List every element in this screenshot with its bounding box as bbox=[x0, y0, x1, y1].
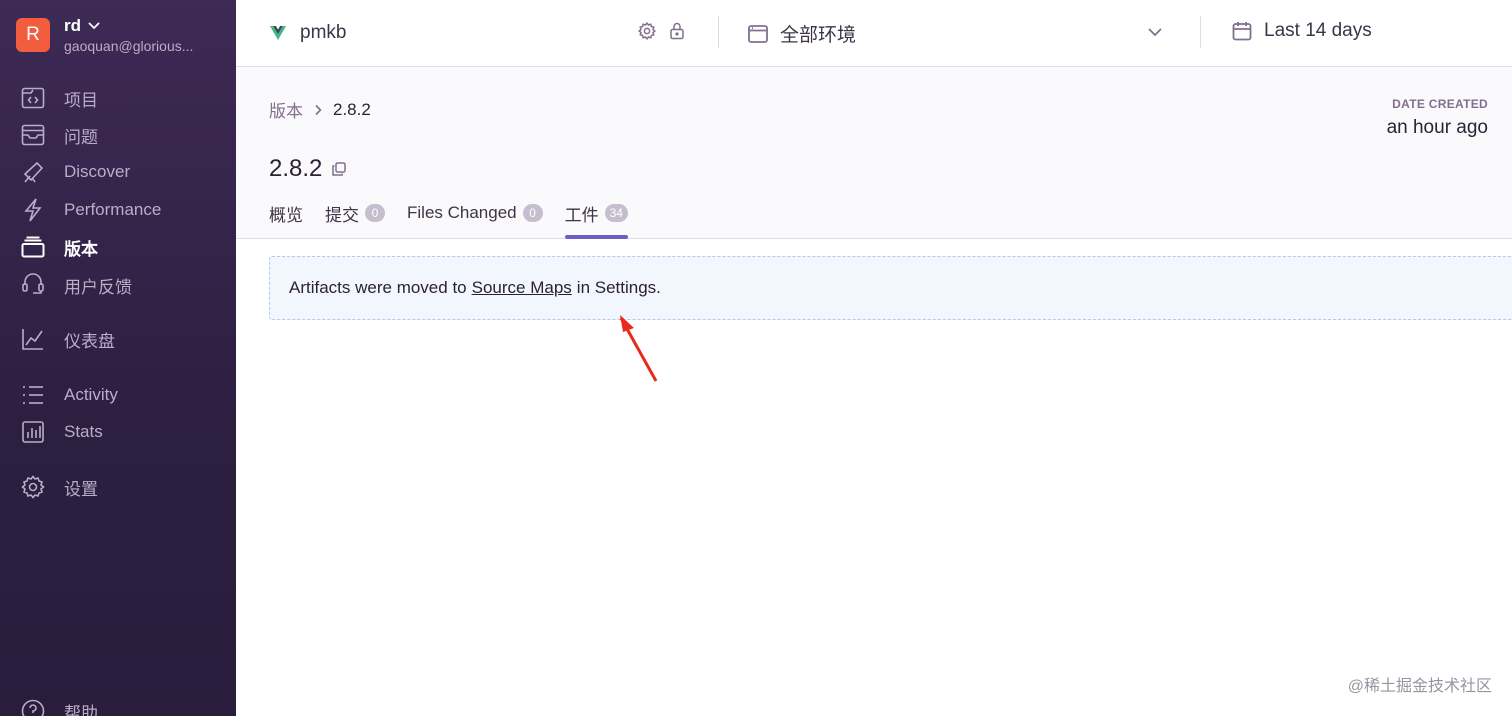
release-tabs: 概览 提交 0 Files Changed 0 工件 34 bbox=[269, 197, 650, 239]
breadcrumb: 版本 2.8.2 bbox=[269, 97, 371, 122]
tab-label: 工件 bbox=[564, 205, 599, 225]
projects-icon bbox=[20, 85, 46, 111]
date-created-label: DATE CREATED bbox=[1392, 97, 1488, 111]
watermark: @稀土掘金技术社区 bbox=[1347, 678, 1492, 695]
org-avatar: R bbox=[16, 18, 50, 52]
sidebar-item-stats[interactable]: Stats bbox=[20, 419, 103, 445]
sidebar-item-label: Stats bbox=[64, 422, 103, 441]
gear-icon[interactable] bbox=[638, 22, 656, 40]
releases-icon bbox=[20, 234, 46, 260]
org-switcher[interactable]: R rd gaoquan@glorious... bbox=[16, 16, 193, 54]
header-divider bbox=[1200, 16, 1201, 48]
lightning-icon bbox=[20, 197, 46, 223]
tab-label: 概览 bbox=[269, 205, 303, 225]
sidebar-item-issues[interactable]: 问题 bbox=[20, 122, 98, 148]
page-title: 2.8.2 bbox=[269, 155, 323, 182]
count-badge: 34 bbox=[604, 204, 628, 222]
breadcrumb-releases-link[interactable]: 版本 bbox=[269, 97, 303, 122]
project-name: pmkb bbox=[300, 22, 347, 43]
environment-selector[interactable]: 全部环境 bbox=[748, 20, 856, 47]
alert-text-prefix: Artifacts were moved to bbox=[289, 278, 467, 297]
date-created-value: an hour ago bbox=[1386, 117, 1488, 138]
sidebar-item-projects[interactable]: 项目 bbox=[20, 85, 98, 111]
count-badge: 0 bbox=[522, 204, 543, 222]
sidebar-item-user-feedback[interactable]: 用户反馈 bbox=[20, 272, 132, 298]
sidebar-item-label: Discover bbox=[64, 162, 131, 181]
telescope-icon bbox=[20, 159, 46, 185]
stats-icon bbox=[20, 419, 46, 445]
date-range-label: Last 14 days bbox=[1264, 20, 1372, 41]
sidebar-item-dashboards[interactable]: 仪表盘 bbox=[20, 326, 115, 352]
chevron-right-icon bbox=[315, 104, 322, 115]
tab-artifacts[interactable]: 工件 34 bbox=[564, 197, 629, 239]
sidebar-item-label: 项目 bbox=[64, 90, 98, 110]
sidebar-item-performance[interactable]: Performance bbox=[20, 197, 161, 223]
sidebar: R rd gaoquan@glorious... 项目 问题 Discover … bbox=[0, 0, 236, 716]
graph-icon bbox=[20, 326, 46, 352]
tab-label: 提交 bbox=[325, 205, 359, 225]
org-name: rd bbox=[64, 16, 81, 35]
sidebar-item-label: 设置 bbox=[64, 479, 98, 499]
sidebar-item-help[interactable]: 帮助 bbox=[20, 698, 98, 716]
sidebar-item-label: 版本 bbox=[64, 239, 98, 259]
count-badge: 0 bbox=[365, 204, 385, 222]
alert-text-suffix: in Settings. bbox=[576, 278, 661, 297]
tab-commits[interactable]: 提交 0 bbox=[325, 197, 385, 239]
chevron-down-icon[interactable] bbox=[1146, 23, 1164, 41]
sidebar-item-settings[interactable]: 设置 bbox=[20, 474, 98, 500]
sidebar-item-activity[interactable]: Activity bbox=[20, 382, 118, 408]
calendar-icon bbox=[1232, 22, 1252, 41]
sidebar-item-discover[interactable]: Discover bbox=[20, 159, 130, 185]
sidebar-item-label: 仪表盘 bbox=[64, 331, 115, 351]
tab-label: Files Changed bbox=[407, 203, 517, 222]
org-email: gaoquan@glorious... bbox=[64, 38, 194, 54]
window-icon bbox=[748, 24, 768, 43]
environment-label: 全部环境 bbox=[780, 25, 857, 46]
sidebar-item-releases[interactable]: 版本 bbox=[20, 234, 98, 260]
source-maps-link[interactable]: Source Maps bbox=[472, 278, 572, 298]
tab-overview[interactable]: 概览 bbox=[269, 197, 303, 239]
sidebar-item-label: Performance bbox=[64, 200, 162, 219]
artifacts-moved-alert: Artifacts were moved to Source Maps in S… bbox=[269, 256, 1512, 320]
copy-icon[interactable] bbox=[332, 162, 347, 176]
tab-files-changed[interactable]: Files Changed 0 bbox=[407, 197, 543, 239]
sidebar-item-label: 问题 bbox=[64, 127, 98, 147]
issues-icon bbox=[20, 122, 46, 148]
date-created: DATE CREATED an hour ago bbox=[1387, 97, 1488, 139]
chevron-down-icon bbox=[88, 22, 100, 30]
breadcrumb-current: 2.8.2 bbox=[333, 99, 371, 119]
gear-icon bbox=[20, 474, 46, 500]
lock-icon[interactable] bbox=[668, 22, 686, 40]
vue-logo-icon bbox=[270, 26, 286, 40]
sidebar-item-label: 用户反馈 bbox=[64, 277, 132, 297]
sidebar-item-label: 帮助 bbox=[64, 703, 98, 716]
release-header: 版本 2.8.2 DATE CREATED an hour ago 2.8.2 … bbox=[236, 67, 1512, 239]
list-icon bbox=[20, 382, 46, 408]
project-selector[interactable]: pmkb bbox=[270, 22, 346, 44]
top-header: pmkb 全部环境 Last 14 days bbox=[236, 0, 1512, 67]
sidebar-item-label: Activity bbox=[64, 385, 118, 404]
date-range-selector[interactable]: Last 14 days bbox=[1232, 20, 1372, 42]
annotation-arrow bbox=[619, 315, 658, 382]
header-divider bbox=[718, 16, 719, 48]
help-icon bbox=[20, 698, 46, 716]
support-icon bbox=[20, 272, 46, 298]
